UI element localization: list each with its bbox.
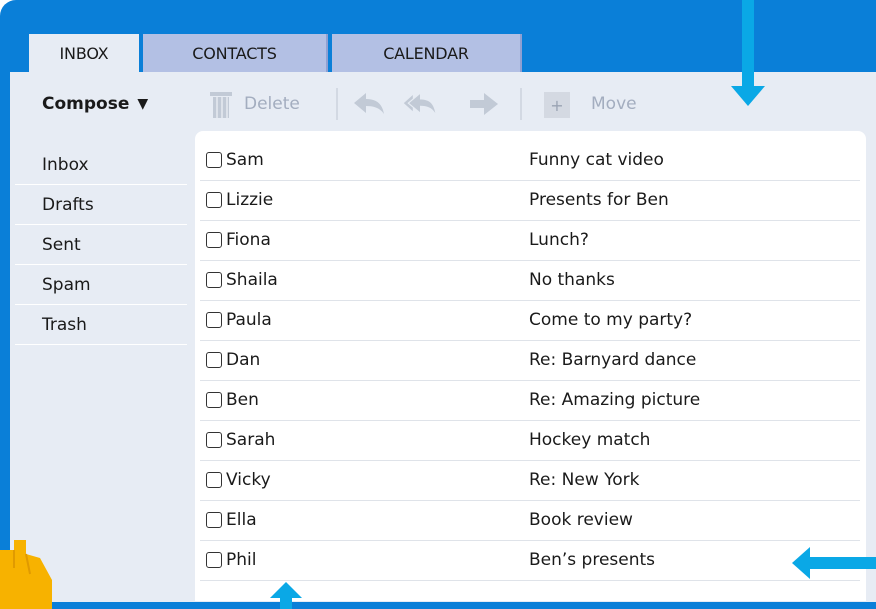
checkbox-icon[interactable] (206, 272, 222, 288)
checkbox-icon[interactable] (206, 312, 222, 328)
message-sender: Ben (226, 390, 259, 410)
tab-inbox[interactable]: INBOX (29, 34, 139, 72)
delete-button[interactable]: Delete (210, 90, 300, 118)
up-arrow-icon (270, 582, 302, 609)
dropdown-caret-icon: ▼ (137, 96, 149, 112)
message-sender: Vicky (226, 470, 271, 490)
sidebar-item-inbox[interactable]: Inbox (15, 145, 187, 185)
move-icon[interactable]: + (544, 92, 570, 118)
reply-icon[interactable] (352, 90, 388, 118)
left-arrow-icon (792, 547, 876, 579)
message-subject: Presents for Ben (529, 190, 669, 210)
message-row[interactable]: Ben Re: Amazing picture (200, 380, 860, 421)
folder-sidebar: Inbox Drafts Sent Spam Trash (15, 145, 187, 345)
checkbox-icon[interactable] (206, 392, 222, 408)
delete-label: Delete (244, 94, 300, 114)
forward-icon[interactable] (466, 90, 502, 118)
checkbox-icon[interactable] (206, 192, 222, 208)
message-list: Sam Funny cat video Lizzie Presents for … (195, 131, 866, 601)
sidebar-item-sent[interactable]: Sent (15, 225, 187, 265)
message-sender: Phil (226, 550, 257, 570)
message-sender: Sarah (226, 430, 276, 450)
message-subject: Re: New York (529, 470, 640, 490)
message-sender: Lizzie (226, 190, 274, 210)
checkbox-icon[interactable] (206, 512, 222, 528)
message-subject: Lunch? (529, 230, 589, 250)
move-button[interactable]: Move (591, 94, 637, 114)
message-subject: No thanks (529, 270, 615, 290)
pointer-hand-icon (0, 540, 52, 609)
message-subject: Re: Amazing picture (529, 390, 701, 410)
message-row[interactable]: Sarah Hockey match (200, 420, 860, 461)
sidebar-item-trash[interactable]: Trash (15, 305, 187, 345)
toolbar-divider (336, 88, 338, 120)
message-sender: Sam (226, 150, 264, 170)
toolbar-divider (520, 88, 522, 120)
message-row[interactable]: Ella Book review (200, 500, 860, 541)
checkbox-icon[interactable] (206, 432, 222, 448)
compose-button[interactable]: Compose ▼ (42, 94, 148, 114)
message-row[interactable]: Shaila No thanks (200, 260, 860, 301)
trash-icon (210, 90, 232, 118)
message-subject: Book review (529, 510, 633, 530)
compose-label: Compose (42, 94, 130, 114)
checkbox-icon[interactable] (206, 552, 222, 568)
message-sender: Paula (226, 310, 272, 330)
checkbox-icon[interactable] (206, 352, 222, 368)
message-subject: Hockey match (529, 430, 651, 450)
message-subject: Ben’s presents (529, 550, 656, 570)
message-row[interactable]: Vicky Re: New York (200, 460, 860, 501)
checkbox-icon[interactable] (206, 472, 222, 488)
message-subject: Re: Barnyard dance (529, 350, 697, 370)
reply-all-icon[interactable] (402, 90, 438, 118)
tab-calendar[interactable]: CALENDAR (332, 34, 522, 72)
sidebar-item-spam[interactable]: Spam (15, 265, 187, 305)
message-subject: Funny cat video (529, 150, 664, 170)
message-row[interactable]: Fiona Lunch? (200, 220, 860, 261)
tab-contacts[interactable]: CONTACTS (143, 34, 328, 72)
down-arrow-icon (731, 0, 765, 106)
mail-window: INBOX CONTACTS CALENDAR Compose ▼ Delete… (0, 0, 876, 609)
message-row[interactable]: Phil Ben’s presents (200, 540, 860, 581)
message-row[interactable]: Sam Funny cat video (200, 140, 860, 181)
message-row[interactable]: Lizzie Presents for Ben (200, 180, 860, 221)
checkbox-icon[interactable] (206, 152, 222, 168)
message-row[interactable]: Paula Come to my party? (200, 300, 860, 341)
checkbox-icon[interactable] (206, 232, 222, 248)
message-sender: Dan (226, 350, 261, 370)
message-subject: Come to my party? (529, 310, 693, 330)
message-sender: Shaila (226, 270, 278, 290)
message-sender: Ella (226, 510, 257, 530)
sidebar-item-drafts[interactable]: Drafts (15, 185, 187, 225)
message-sender: Fiona (226, 230, 271, 250)
message-row[interactable]: Dan Re: Barnyard dance (200, 340, 860, 381)
